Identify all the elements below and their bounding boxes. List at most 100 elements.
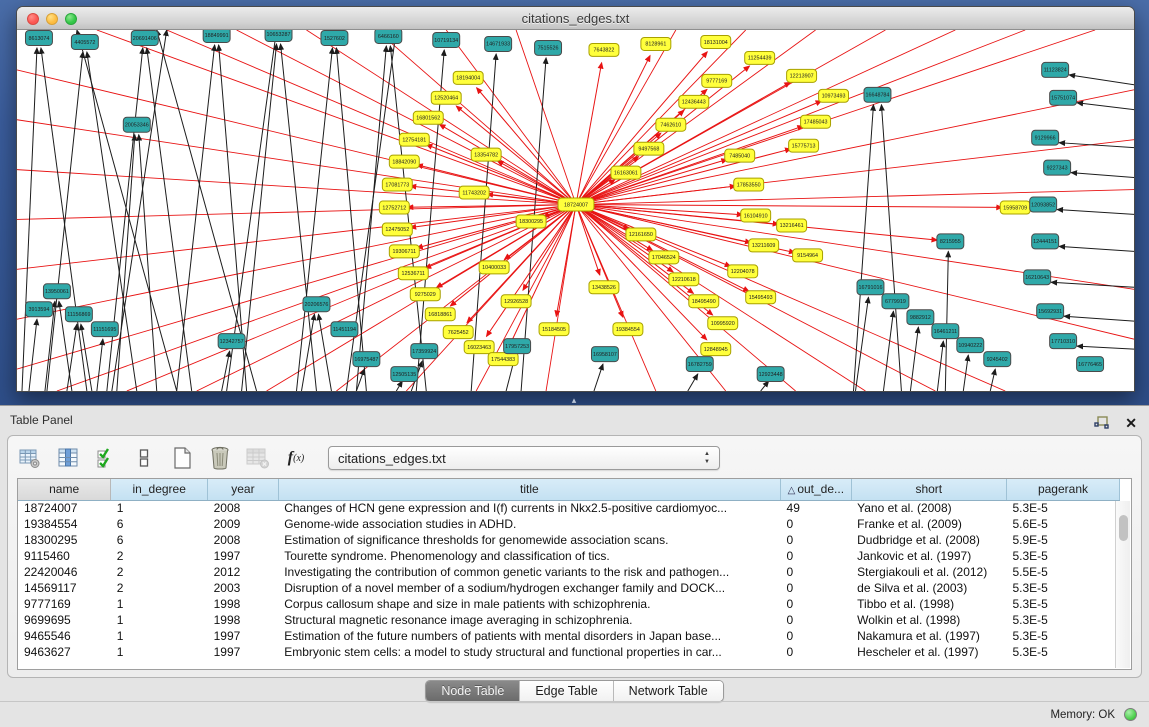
cell-out_degree[interactable]: 0 <box>781 564 852 580</box>
cell-in_degree[interactable]: 6 <box>111 532 208 548</box>
cell-year[interactable]: 2009 <box>208 516 279 532</box>
cell-name[interactable]: 22420046 <box>18 564 111 580</box>
tab-edge-table[interactable]: Edge Table <box>520 681 613 701</box>
cell-year[interactable]: 2012 <box>208 564 279 580</box>
cell-in_degree[interactable]: 1 <box>111 596 208 612</box>
table-row[interactable]: 1830029562008Estimation of significance … <box>18 532 1120 548</box>
cell-out_degree[interactable]: 49 <box>781 500 852 516</box>
cell-short[interactable]: Wolkin et al. (1998) <box>851 612 1006 628</box>
cell-out_degree[interactable]: 0 <box>781 612 852 628</box>
cell-year[interactable]: 1998 <box>208 596 279 612</box>
cell-out_degree[interactable]: 0 <box>781 628 852 644</box>
column-header-year[interactable]: year <box>208 479 279 500</box>
cell-pagerank[interactable]: 5.6E-5 <box>1006 516 1119 532</box>
table-vertical-scrollbar[interactable] <box>1115 501 1130 668</box>
network-window[interactable]: citations_edges.txt 18724007181940041252… <box>16 6 1135 392</box>
cell-name[interactable]: 19384554 <box>18 516 111 532</box>
column-edit-icon[interactable] <box>56 446 80 470</box>
table-settings-icon[interactable] <box>18 446 42 470</box>
cell-short[interactable]: Jankovic et al. (1997) <box>851 548 1006 564</box>
table-row[interactable]: 946554611997Estimation of the future num… <box>18 628 1120 644</box>
cell-title[interactable]: Disruption of a novel member of a sodium… <box>278 580 780 596</box>
cell-out_degree[interactable]: 0 <box>781 580 852 596</box>
cell-short[interactable]: Yano et al. (2008) <box>851 500 1006 516</box>
cell-title[interactable]: Estimation of significance thresholds fo… <box>278 532 780 548</box>
column-header-in_degree[interactable]: in_degree <box>111 479 208 500</box>
scrollbar-thumb[interactable] <box>1119 515 1128 541</box>
cell-in_degree[interactable]: 6 <box>111 516 208 532</box>
tab-node-table[interactable]: Node Table <box>426 681 520 701</box>
cell-short[interactable]: Stergiakouli et al. (2012) <box>851 564 1006 580</box>
cell-name[interactable]: 14569117 <box>18 580 111 596</box>
new-table-icon[interactable] <box>170 446 194 470</box>
close-panel-icon[interactable]: ✕ <box>1125 415 1137 431</box>
cell-name[interactable]: 9115460 <box>18 548 111 564</box>
cell-in_degree[interactable]: 1 <box>111 628 208 644</box>
table-row[interactable]: 1938455462009Genome-wide association stu… <box>18 516 1120 532</box>
table-selector-dropdown[interactable]: citations_edges.txt ▲▼ <box>328 446 720 470</box>
cell-title[interactable]: Changes of HCN gene expression and I(f) … <box>278 500 780 516</box>
cell-out_degree[interactable]: 0 <box>781 532 852 548</box>
cell-name[interactable]: 9699695 <box>18 612 111 628</box>
cell-name[interactable]: 9465546 <box>18 628 111 644</box>
cell-year[interactable]: 1997 <box>208 548 279 564</box>
cell-out_degree[interactable]: 0 <box>781 548 852 564</box>
cell-in_degree[interactable]: 1 <box>111 612 208 628</box>
cell-title[interactable]: Structural magnetic resonance image aver… <box>278 612 780 628</box>
network-window-titlebar[interactable]: citations_edges.txt <box>17 7 1134 30</box>
network-view-canvas[interactable]: 1872400718194004125204641680156212754181… <box>17 30 1134 391</box>
column-header-out_degree[interactable]: △out_de... <box>781 479 852 500</box>
cell-in_degree[interactable]: 2 <box>111 548 208 564</box>
cell-name[interactable]: 9463627 <box>18 644 111 660</box>
citation-network-graph[interactable]: 1872400718194004125204641680156212754181… <box>17 30 1134 391</box>
cell-in_degree[interactable]: 2 <box>111 580 208 596</box>
delete-columns-icon[interactable] <box>208 446 232 470</box>
cell-short[interactable]: de Silva et al. (2003) <box>851 580 1006 596</box>
cell-title[interactable]: Investigating the contribution of common… <box>278 564 780 580</box>
cell-short[interactable]: Hescheler et al. (1997) <box>851 644 1006 660</box>
cell-year[interactable]: 1997 <box>208 628 279 644</box>
cell-out_degree[interactable]: 0 <box>781 644 852 660</box>
panel-splitter-handle[interactable]: ▴ <box>566 396 582 404</box>
cell-pagerank[interactable]: 5.3E-5 <box>1006 548 1119 564</box>
cell-title[interactable]: Genome-wide association studies in ADHD. <box>278 516 780 532</box>
cell-pagerank[interactable]: 5.3E-5 <box>1006 612 1119 628</box>
table-row[interactable]: 946362711997Embryonic stem cells: a mode… <box>18 644 1120 660</box>
cell-pagerank[interactable]: 5.3E-5 <box>1006 500 1119 516</box>
cell-title[interactable]: Embryonic stem cells: a model to study s… <box>278 644 780 660</box>
table-row[interactable]: 1456911722003Disruption of a novel membe… <box>18 580 1120 596</box>
cell-short[interactable]: Dudbridge et al. (2008) <box>851 532 1006 548</box>
cell-name[interactable]: 9777169 <box>18 596 111 612</box>
table-row[interactable]: 911546021997Tourette syndrome. Phenomeno… <box>18 548 1120 564</box>
column-header-short[interactable]: short <box>851 479 1006 500</box>
cell-name[interactable]: 18724007 <box>18 500 111 516</box>
column-header-title[interactable]: title <box>278 479 780 500</box>
cell-out_degree[interactable]: 0 <box>781 516 852 532</box>
table-row[interactable]: 2242004622012Investigating the contribut… <box>18 564 1120 580</box>
cell-title[interactable]: Tourette syndrome. Phenomenology and cla… <box>278 548 780 564</box>
cell-pagerank[interactable]: 5.3E-5 <box>1006 596 1119 612</box>
row-height-icon[interactable] <box>132 446 156 470</box>
cell-title[interactable]: Corpus callosum shape and size in male p… <box>278 596 780 612</box>
cell-pagerank[interactable]: 5.5E-5 <box>1006 564 1119 580</box>
cell-pagerank[interactable]: 5.3E-5 <box>1006 644 1119 660</box>
cell-year[interactable]: 2008 <box>208 532 279 548</box>
cell-title[interactable]: Estimation of the future numbers of pati… <box>278 628 780 644</box>
cell-year[interactable]: 1998 <box>208 612 279 628</box>
cell-in_degree[interactable]: 2 <box>111 564 208 580</box>
cell-name[interactable]: 18300295 <box>18 532 111 548</box>
cell-year[interactable]: 1997 <box>208 644 279 660</box>
cell-in_degree[interactable]: 1 <box>111 500 208 516</box>
cell-year[interactable]: 2008 <box>208 500 279 516</box>
table-row[interactable]: 977716911998Corpus callosum shape and si… <box>18 596 1120 612</box>
table-row[interactable]: 1872400712008Changes of HCN gene express… <box>18 500 1120 516</box>
cell-short[interactable]: Tibbo et al. (1998) <box>851 596 1006 612</box>
cell-in_degree[interactable]: 1 <box>111 644 208 660</box>
table-row[interactable]: 969969511998Structural magnetic resonanc… <box>18 612 1120 628</box>
cell-short[interactable]: Nakamura et al. (1997) <box>851 628 1006 644</box>
cell-out_degree[interactable]: 0 <box>781 596 852 612</box>
delete-table-icon[interactable] <box>246 446 270 470</box>
float-panel-icon[interactable] <box>1089 411 1113 435</box>
column-header-name[interactable]: name <box>18 479 111 500</box>
cell-pagerank[interactable]: 5.3E-5 <box>1006 580 1119 596</box>
